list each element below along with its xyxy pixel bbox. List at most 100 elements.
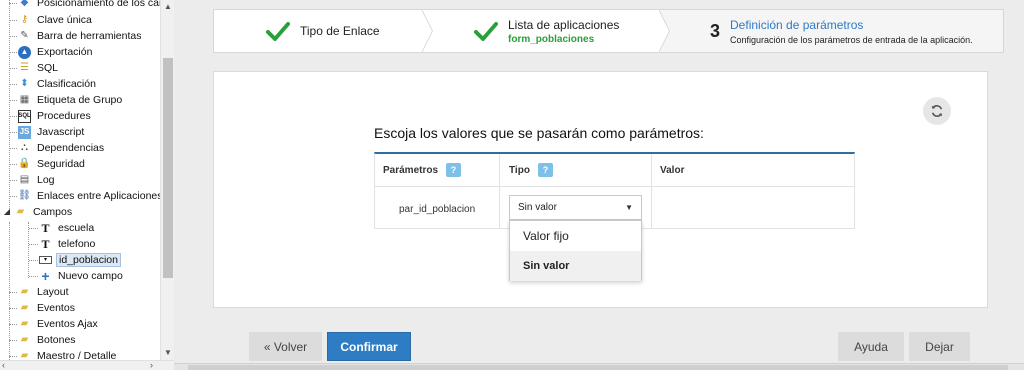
tree-item-toolbar[interactable]: ✎ Barra de herramientas [9,28,143,44]
tree-item-label: Clave única [37,14,92,26]
tree-item-label: Posicionamiento de los campos [37,0,160,9]
chevron-down-icon: ▼ [625,203,633,212]
folder-icon: ▰ [20,318,29,329]
log-icon: ▤ [19,174,30,185]
tree-item-log[interactable]: ▤ Log [9,172,57,188]
tree-item-layout[interactable]: ▰ Layout [9,284,71,300]
help-button[interactable]: Ayuda [838,332,904,361]
select-value: Sin valor [518,202,557,213]
database-icon: ☰ [20,62,29,73]
tree-item-label: Barra de herramientas [37,30,142,42]
tree-branch [9,196,17,197]
tree-item-app-links[interactable]: ⛓ Enlaces entre Aplicaciones [9,188,160,204]
param-name: par_id_poblacion [399,204,476,215]
tree-item-events[interactable]: ▰ Eventos [9,300,77,316]
scrollbar-thumb[interactable] [188,365,1008,370]
tree-branch [9,36,17,37]
tree-item-position[interactable]: ◆ Posicionamiento de los campos [9,0,160,11]
tree-vertical-scrollbar[interactable]: ▲ ▼ [160,0,174,360]
refresh-button[interactable] [923,97,951,125]
tree-item-master-detail[interactable]: ▰ Maestro / Detalle [9,348,118,360]
tree-item-security[interactable]: 🔒 Seguridad [9,156,87,172]
tree-item-label: Log [37,174,55,186]
tree-item-label: SQL [37,62,59,74]
column-header-type: Tipo ? [499,154,651,187]
option-sin-valor[interactable]: Sin valor [510,251,641,281]
scroll-up-icon[interactable]: ▲ [164,2,172,11]
tree-item-label: Exportación [37,46,93,58]
main-horizontal-scrollbar[interactable] [174,363,1024,370]
tree-item-sql[interactable]: ☰ SQL [9,60,60,76]
hierarchy-icon: ⛬ [21,142,28,153]
help-icon[interactable]: ? [537,163,553,177]
tree-branch [9,164,17,165]
tree-item-sort[interactable]: ⬍ Clasificación [9,76,98,92]
tree-branch [9,100,17,101]
export-icon: ▲ [18,45,31,59]
header-label: Parámetros [383,164,439,176]
tree-item-label: escuela [58,222,95,234]
tree-item-campos[interactable]: ◢ ▰ Campos [0,204,74,220]
tree-item-label: Javascript [37,126,85,138]
option-valor-fijo[interactable]: Valor fijo [510,221,641,251]
tree-branch [9,52,17,53]
step-link-type[interactable]: Tipo de Enlace [214,9,433,53]
tree-branch [9,324,17,325]
step-title: Definición de parámetros [730,17,864,32]
tree-item-label: Eventos [37,302,75,314]
tree-item-group-label[interactable]: ▦ Etiqueta de Grupo [9,92,124,108]
tree-branch [9,180,17,181]
tree-item-procedures[interactable]: SQL Procedures [9,108,93,124]
plus-icon: + [41,268,50,284]
type-select[interactable]: Sin valor ▼ [509,195,642,220]
tree-branch [29,260,38,261]
help-icon[interactable]: ? [446,163,462,177]
tree-item-field-escuela[interactable]: T escuela [29,220,96,236]
tree-item-ajax-events[interactable]: ▰ Eventos Ajax [9,316,100,332]
step-subtitle: Configuración de los parámetros de entra… [730,34,973,45]
tree-item-field-id-poblacion[interactable]: ▾ id_poblacion [29,252,121,268]
tree-item-new-field[interactable]: + Nuevo campo [29,268,125,284]
scroll-left-icon[interactable]: ‹ [2,360,5,370]
collapse-icon[interactable]: ◢ [3,206,11,219]
tree-item-field-telefono[interactable]: T telefono [29,236,97,252]
step-separator [421,9,433,53]
tree-branch [9,68,17,69]
wrench-icon: ✎ [20,30,29,41]
tree-item-label: Botones [37,334,76,346]
tree-item-label: telefono [58,238,96,250]
tree-item-label: Campos [33,206,73,218]
link-icon: ⛓ [18,190,31,201]
checkmark-icon [266,22,290,41]
tree-item-javascript[interactable]: JS Javascript [9,124,86,140]
tree-item-label: Procedures [37,110,91,122]
grid-icon: ▦ [19,94,30,105]
confirm-button[interactable]: Confirmar [327,332,411,361]
step-text: Definición de parámetros Configuración d… [730,18,973,45]
tree-branch [9,292,17,293]
scroll-down-icon[interactable]: ▼ [164,348,172,357]
column-header-value: Valor [651,154,854,187]
tree-item-buttons[interactable]: ▰ Botones [9,332,78,348]
tree-branch [29,244,38,245]
tree-item-clave-unica[interactable]: ⚷ Clave única [9,12,94,28]
folder-open-icon: ▰ [16,206,25,217]
tree-item-label: Enlaces entre Aplicaciones [37,190,160,202]
tree-item-label: Dependencias [37,142,105,154]
scroll-right-icon[interactable]: › [150,360,153,370]
tree-item-label: id_poblacion [56,253,121,267]
exit-button[interactable]: Dejar [909,332,970,361]
tree-item-export[interactable]: ▲ Exportación [9,44,94,60]
position-icon: ◆ [20,0,29,8]
step-app-list[interactable]: Lista de aplicaciones form_poblaciones [422,9,670,53]
header-label: Valor [660,164,685,176]
tree-horizontal-scrollbar[interactable]: ‹ › [0,360,174,370]
select-field-icon: ▾ [39,256,52,264]
tree-item-dependencies[interactable]: ⛬ Dependencias [9,140,106,156]
refresh-icon [931,105,943,117]
scrollbar-thumb[interactable] [163,58,173,278]
procedures-icon: SQL [18,109,31,123]
tree-branch [9,116,17,117]
tree-item-label: Layout [37,286,69,298]
back-button[interactable]: « Volver [249,332,322,361]
